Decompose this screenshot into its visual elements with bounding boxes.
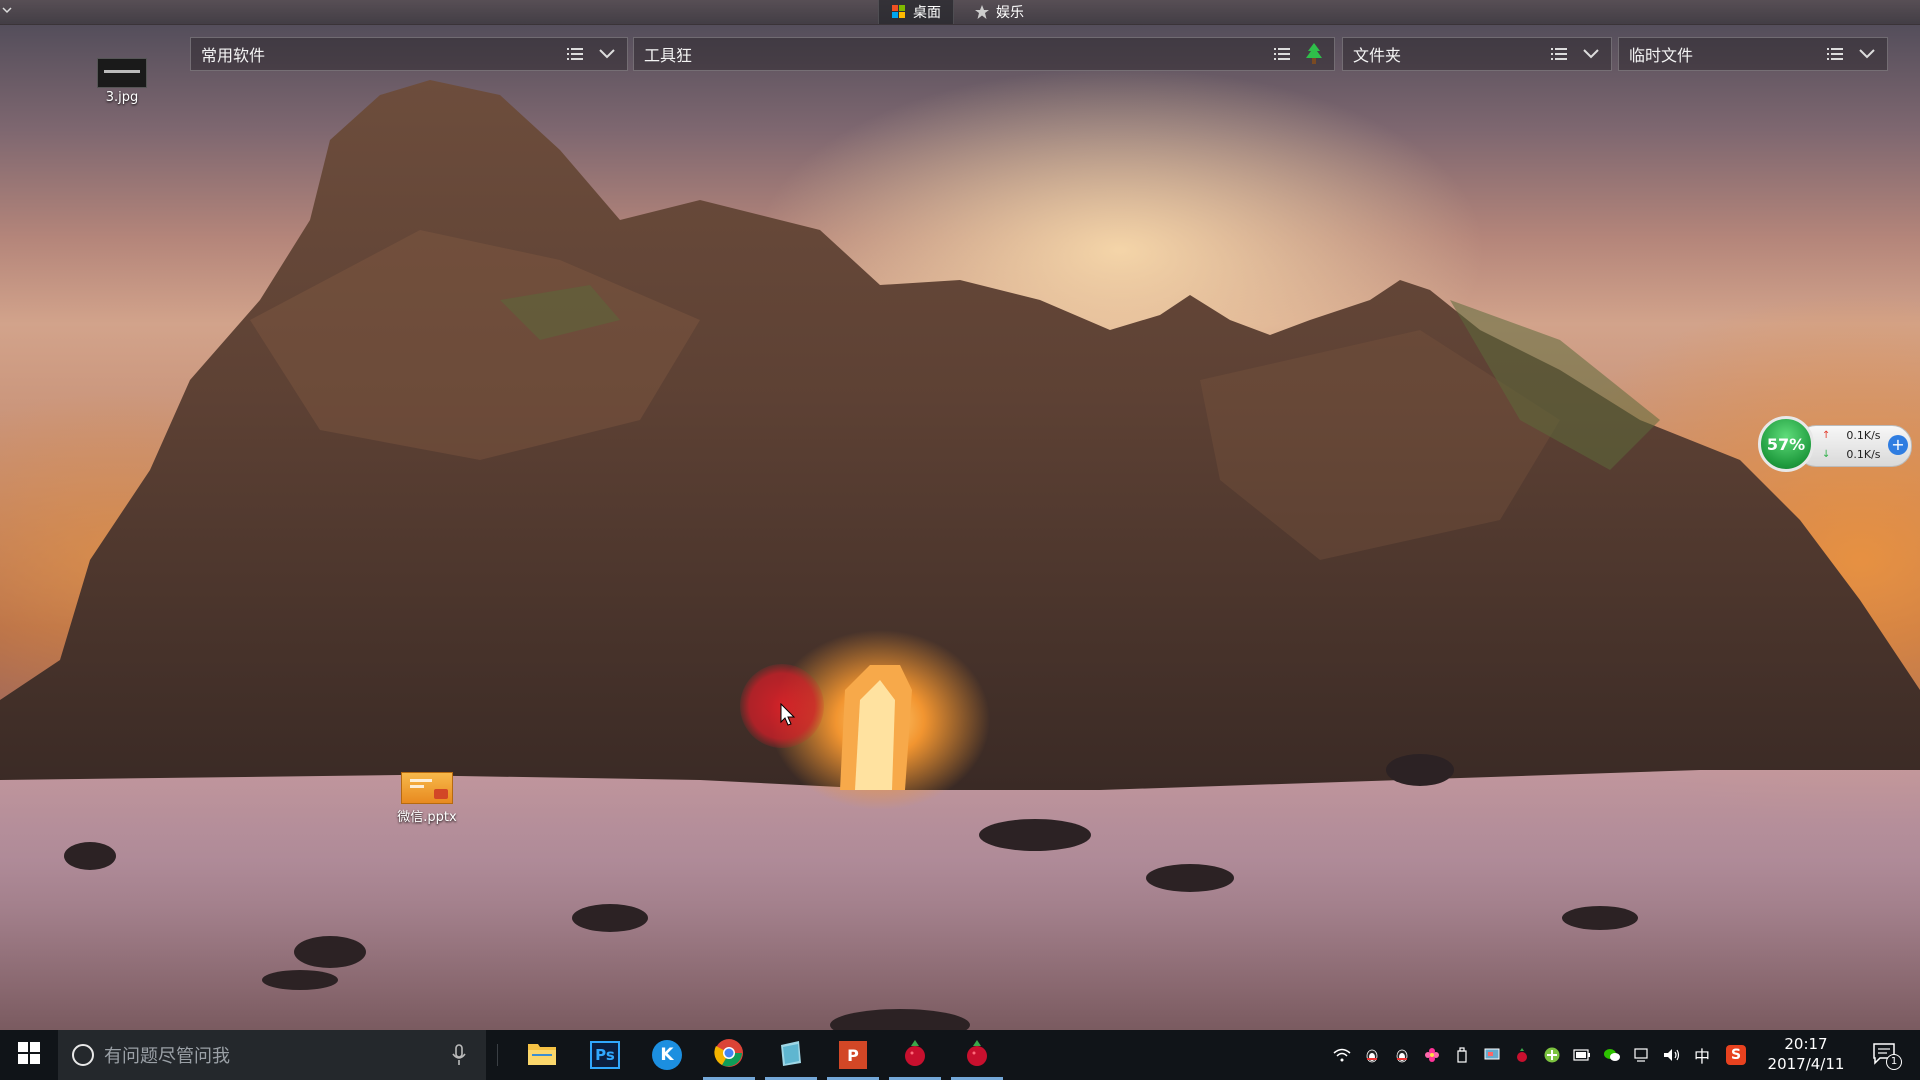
taskbar-notepad-app[interactable] xyxy=(761,1030,821,1080)
photoshop-icon: Ps xyxy=(590,1041,620,1069)
fence-temp-files[interactable]: 临时文件 xyxy=(1618,37,1888,71)
raspberry-app-icon xyxy=(964,1038,990,1072)
fence-title: 文件夹 xyxy=(1353,46,1402,65)
taskbar-separator xyxy=(497,1044,498,1066)
tree-icon[interactable] xyxy=(1302,42,1326,66)
kugou-icon: K xyxy=(652,1040,682,1070)
network-speed-widget[interactable]: 57% ↑ 0.1K/s ↓ 0.1K/s + xyxy=(1758,416,1914,474)
powerpoint-icon: P xyxy=(839,1041,867,1069)
list-view-icon[interactable] xyxy=(1547,42,1571,66)
taskbar-clock[interactable]: 20:17 2017/4/11 xyxy=(1758,1034,1854,1078)
security-plus-icon[interactable] xyxy=(1542,1045,1562,1065)
download-arrow-icon: ↓ xyxy=(1822,449,1831,460)
microphone-icon[interactable] xyxy=(444,1040,474,1070)
windows-flag-icon xyxy=(891,4,907,20)
network-monitor-icon[interactable] xyxy=(1632,1045,1652,1065)
notepad-app-icon xyxy=(777,1039,805,1071)
list-view-icon[interactable] xyxy=(1270,42,1294,66)
chevron-down-icon[interactable] xyxy=(1855,42,1879,66)
chevron-down-icon[interactable] xyxy=(595,42,619,66)
chrome-icon xyxy=(714,1038,744,1072)
sogou-logo: S xyxy=(1726,1045,1746,1065)
memory-usage-ball[interactable]: 57% xyxy=(1758,416,1814,472)
sogou-ime-icon[interactable]: S xyxy=(1726,1045,1746,1065)
taskbar-chrome[interactable] xyxy=(699,1030,759,1080)
tab-entertainment[interactable]: 娱乐 xyxy=(962,0,1036,24)
flower-app-icon[interactable] xyxy=(1422,1045,1442,1065)
download-speed: ↓ 0.1K/s xyxy=(1822,448,1881,461)
wechat-icon[interactable] xyxy=(1602,1045,1622,1065)
wifi-icon[interactable] xyxy=(1332,1045,1352,1065)
list-view-icon[interactable] xyxy=(563,42,587,66)
clock-time: 20:17 xyxy=(1784,1035,1828,1053)
taskbar-photoshop[interactable]: Ps xyxy=(575,1030,635,1080)
usb-device-icon[interactable] xyxy=(1452,1045,1472,1065)
download-speed-value: 0.1K/s xyxy=(1846,448,1881,461)
volume-icon[interactable] xyxy=(1662,1045,1682,1065)
taskbar-powerpoint[interactable]: P xyxy=(823,1030,883,1080)
star-icon xyxy=(974,4,990,20)
fence-tools[interactable]: 工具狂 xyxy=(633,37,1335,71)
ime-indicator[interactable]: 中 xyxy=(1692,1045,1712,1066)
desktop-icon-label: 3.jpg xyxy=(105,90,139,105)
fence-title: 工具狂 xyxy=(644,46,693,65)
cortana-search-box[interactable]: 有问题尽管问我 xyxy=(58,1030,486,1080)
collapse-arrow-icon[interactable] xyxy=(2,4,16,20)
mouse-pointer-icon xyxy=(780,702,796,731)
action-center-button[interactable]: 1 xyxy=(1872,1042,1902,1070)
raspberry-tray-icon[interactable] xyxy=(1512,1045,1532,1065)
taskbar-file-explorer[interactable] xyxy=(512,1030,572,1080)
memory-usage-percent: 57% xyxy=(1766,434,1806,454)
screen-capture-icon[interactable] xyxy=(1482,1045,1502,1065)
tab-desktop-label: 桌面 xyxy=(913,5,941,21)
fence-folders[interactable]: 文件夹 xyxy=(1342,37,1612,71)
raspberry-app-icon xyxy=(902,1038,928,1072)
chevron-down-icon[interactable] xyxy=(1579,42,1603,66)
upload-speed: ↑ 0.1K/s xyxy=(1822,429,1881,442)
taskbar-raspberry-app-2[interactable] xyxy=(947,1030,1007,1080)
fence-title: 常用软件 xyxy=(201,46,266,65)
notification-count: 1 xyxy=(1886,1054,1902,1070)
desktop-wallpaper xyxy=(0,0,1920,1080)
taskbar-kugou[interactable]: K xyxy=(637,1030,697,1080)
fence-tab-bar: 桌面 娱乐 xyxy=(0,0,1920,25)
qq-penguin-icon[interactable] xyxy=(1362,1045,1382,1065)
search-placeholder: 有问题尽管问我 xyxy=(104,1046,230,1067)
powerpoint-file-icon xyxy=(401,772,453,804)
taskbar-raspberry-app-1[interactable] xyxy=(885,1030,945,1080)
file-explorer-icon xyxy=(527,1040,557,1070)
desktop-file-3-jpg[interactable]: 3.jpg xyxy=(92,58,152,105)
tab-desktop[interactable]: 桌面 xyxy=(878,0,954,24)
list-view-icon[interactable] xyxy=(1823,42,1847,66)
upload-arrow-icon: ↑ xyxy=(1822,430,1831,441)
windows-logo-icon xyxy=(18,1042,40,1068)
speed-boost-plus-icon[interactable]: + xyxy=(1888,435,1908,455)
upload-speed-value: 0.1K/s xyxy=(1846,429,1881,442)
image-thumbnail-icon xyxy=(97,58,147,88)
desktop-file-weixin-pptx[interactable]: 微信.pptx xyxy=(392,772,462,825)
qq-penguin-icon[interactable] xyxy=(1392,1045,1412,1065)
desktop-icon-label: 微信.pptx xyxy=(397,810,457,825)
cortana-circle-icon xyxy=(72,1044,94,1066)
taskbar: 有问题尽管问我 Ps K P 中 S 20:17 2017/4/11 1 xyxy=(0,1030,1920,1080)
clock-date: 2017/4/11 xyxy=(1767,1055,1845,1073)
tab-entertainment-label: 娱乐 xyxy=(996,5,1024,21)
battery-icon[interactable] xyxy=(1572,1045,1592,1065)
fence-title: 临时文件 xyxy=(1629,46,1694,65)
fence-common-software[interactable]: 常用软件 xyxy=(190,37,628,71)
start-button[interactable] xyxy=(0,1030,58,1080)
